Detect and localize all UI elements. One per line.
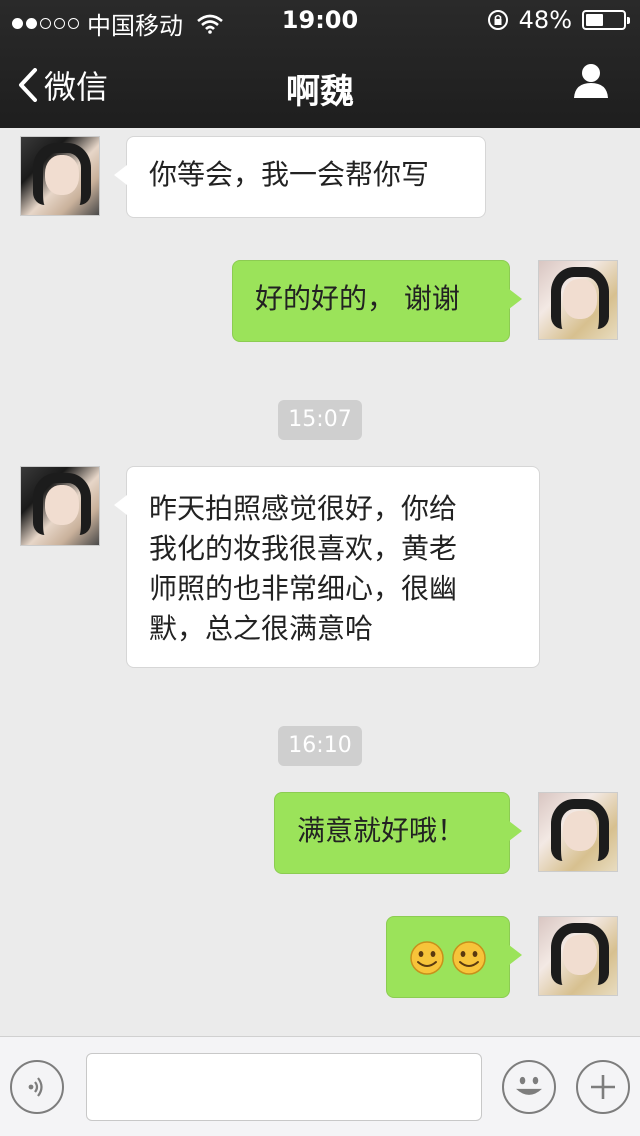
emoji-button[interactable]: [502, 1060, 556, 1114]
timestamp: 15:07: [278, 400, 362, 440]
outgoing-message[interactable]: 好的好的， 谢谢: [232, 260, 522, 342]
person-icon[interactable]: [572, 62, 610, 100]
message-line: 默，总之很满意哈: [149, 612, 374, 645]
voice-button[interactable]: [10, 1060, 64, 1114]
my-avatar[interactable]: [538, 916, 618, 996]
message-list[interactable]: 你等会，我一会帮你写 好的好的， 谢谢 15:07 昨天拍照感觉很好，你给 我化…: [0, 128, 640, 1036]
my-avatar[interactable]: [538, 260, 618, 340]
my-avatar[interactable]: [538, 792, 618, 872]
timestamp: 16:10: [278, 726, 362, 766]
contact-avatar[interactable]: [20, 466, 100, 546]
message-input[interactable]: [86, 1053, 482, 1121]
voice-icon: [28, 1077, 43, 1097]
plus-icon: [591, 1075, 615, 1099]
message-line: 昨天拍照感觉很好，你给: [149, 492, 458, 525]
status-bar: 中国移动 19:00 48%: [0, 0, 640, 40]
emoji-group: [410, 941, 486, 975]
rotation-lock-icon: [487, 10, 508, 30]
battery-icon: [582, 10, 630, 30]
battery-percent: 48%: [518, 6, 572, 34]
chat-title: 啊魏: [286, 72, 354, 112]
incoming-message[interactable]: 昨天拍照感觉很好，你给 我化的妆我很喜欢，黄老 师照的也非常细心，很幽 默，总之…: [114, 466, 540, 668]
message-line: 我化的妆我很喜欢，黄老: [149, 532, 458, 565]
incoming-message[interactable]: 你等会，我一会帮你写: [114, 136, 486, 218]
outgoing-message[interactable]: 满意就好哦！: [274, 792, 522, 874]
smile-emoji: [410, 941, 444, 975]
input-bar: [0, 1036, 640, 1136]
message-line: 师照的也非常细心，很幽: [149, 572, 458, 605]
top-bar: 中国移动 19:00 48% 微信 啊魏: [0, 0, 640, 128]
add-button[interactable]: [576, 1060, 630, 1114]
contact-avatar[interactable]: [20, 136, 100, 216]
outgoing-emoji-message[interactable]: [386, 916, 522, 998]
navigation-bar: 微信 啊魏: [0, 40, 640, 128]
smiley-icon: [516, 1076, 542, 1095]
smile-emoji: [452, 941, 486, 975]
